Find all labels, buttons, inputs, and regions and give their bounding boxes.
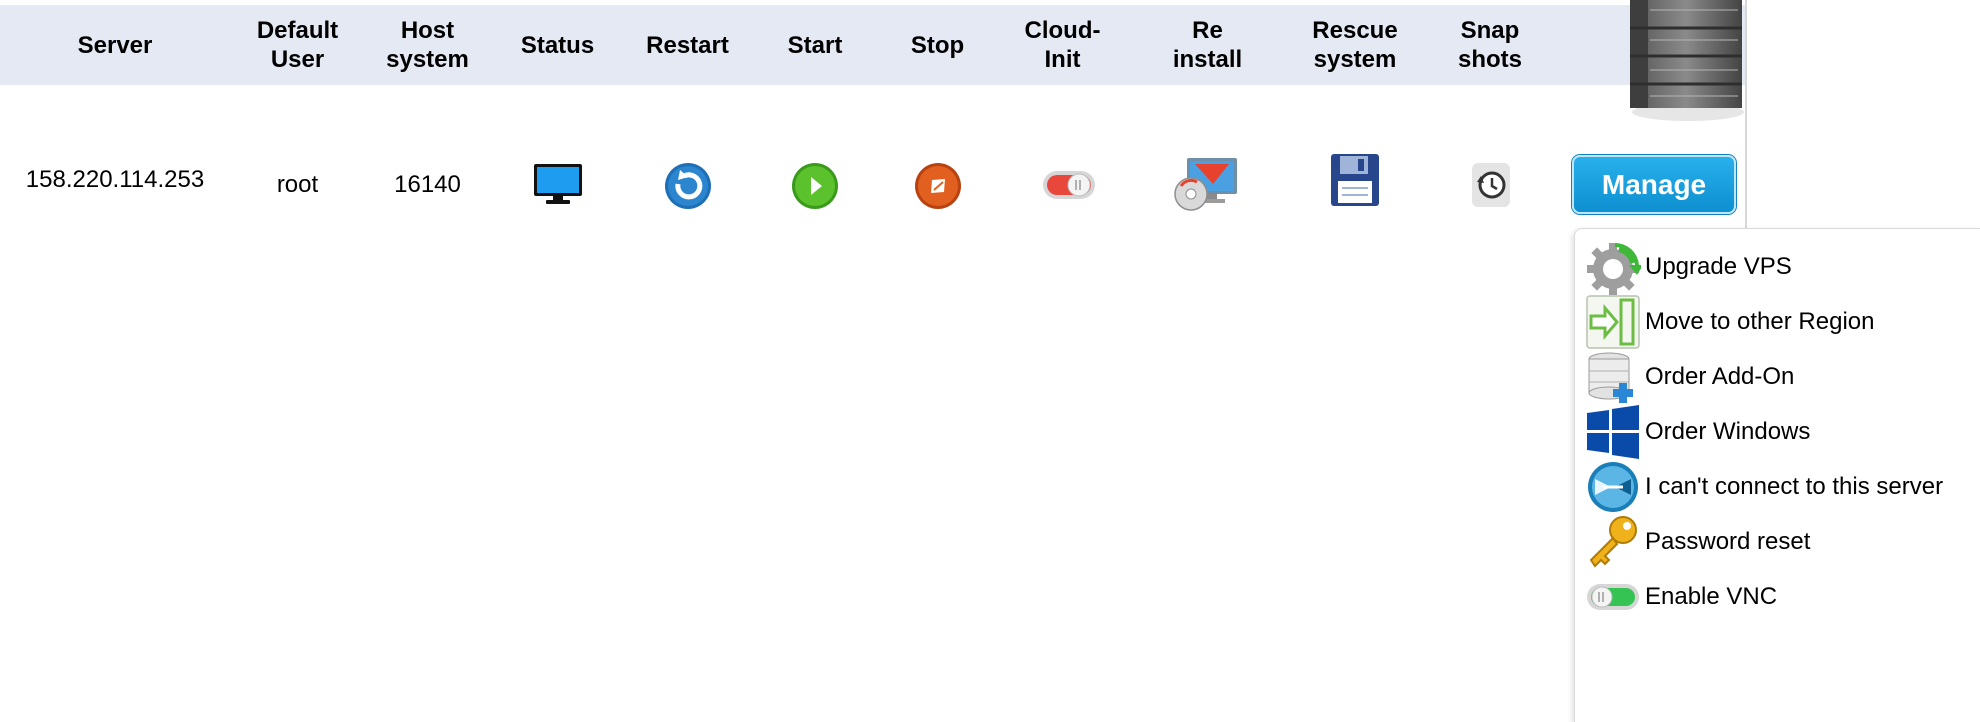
menu-item-order-windows[interactable]: Order Windows: [1585, 404, 1980, 460]
header-restart: Restart: [646, 31, 729, 59]
menu-item-order-addon[interactable]: Order Add-On: [1585, 349, 1980, 405]
toggle-off-icon[interactable]: [1042, 168, 1096, 202]
restart-icon[interactable]: [664, 162, 712, 210]
header-start: Start: [787, 31, 843, 59]
header-reinstall: Re install: [1172, 17, 1243, 73]
menu-item-label: Move to other Region: [1645, 308, 1875, 335]
header-cloud-init: Cloud- Init: [1024, 17, 1101, 73]
menu-item-label: Password reset: [1645, 528, 1811, 555]
header-snapshots: Snap shots: [1457, 17, 1522, 73]
header-host-system: Host system: [386, 17, 469, 73]
table-header: Server Default User Host system Status R…: [0, 5, 1745, 85]
floppy-disk-icon[interactable]: [1330, 153, 1380, 207]
key-icon: [1585, 514, 1641, 570]
header-server: Server: [77, 31, 153, 59]
play-icon[interactable]: [791, 162, 839, 210]
menu-item-enable-vnc[interactable]: Enable VNC: [1585, 569, 1980, 625]
menu-item-move-region[interactable]: Move to other Region: [1585, 294, 1980, 350]
server-ip: 158.220.114.253: [25, 166, 205, 193]
menu-item-label: Enable VNC: [1645, 583, 1778, 610]
windows-logo-icon: [1585, 404, 1641, 460]
header-default-user: Default User: [256, 17, 339, 73]
menu-item-label: Order Windows: [1645, 418, 1811, 445]
upgrade-gear-icon: [1585, 239, 1641, 295]
toggle-on-icon: [1585, 569, 1641, 625]
menu-item-password-reset[interactable]: Password reset: [1585, 514, 1980, 570]
default-user-value: root: [276, 171, 319, 198]
server-table: Server Default User Host system Status R…: [0, 0, 1747, 721]
reinstall-disc-icon[interactable]: [1173, 156, 1241, 212]
manage-dropdown-menu: Upgrade VPS Move to other Region Order A: [1574, 228, 1980, 722]
database-add-icon: [1585, 349, 1641, 405]
menu-item-cant-connect[interactable]: I can't connect to this server: [1585, 459, 1980, 515]
snapshot-clock-icon[interactable]: [1471, 162, 1511, 208]
header-stop: Stop: [910, 31, 965, 59]
move-region-icon: [1585, 294, 1641, 350]
header-status: Status: [520, 31, 595, 59]
server-rack-image: [1630, 0, 1744, 121]
manage-button[interactable]: Manage: [1572, 155, 1736, 214]
stop-icon[interactable]: [914, 162, 962, 210]
monitor-icon[interactable]: [533, 163, 583, 205]
table-row: 158.220.114.253 root 16140: [0, 140, 1745, 230]
menu-item-label: Order Add-On: [1645, 363, 1795, 390]
host-system-value: 16140: [394, 171, 461, 198]
connect-help-icon: [1585, 459, 1641, 515]
header-rescue-system: Rescue system: [1312, 17, 1398, 73]
menu-item-upgrade-vps[interactable]: Upgrade VPS: [1585, 239, 1980, 295]
menu-item-label: Upgrade VPS: [1645, 253, 1792, 280]
menu-item-label: I can't connect to this server: [1645, 473, 1944, 500]
